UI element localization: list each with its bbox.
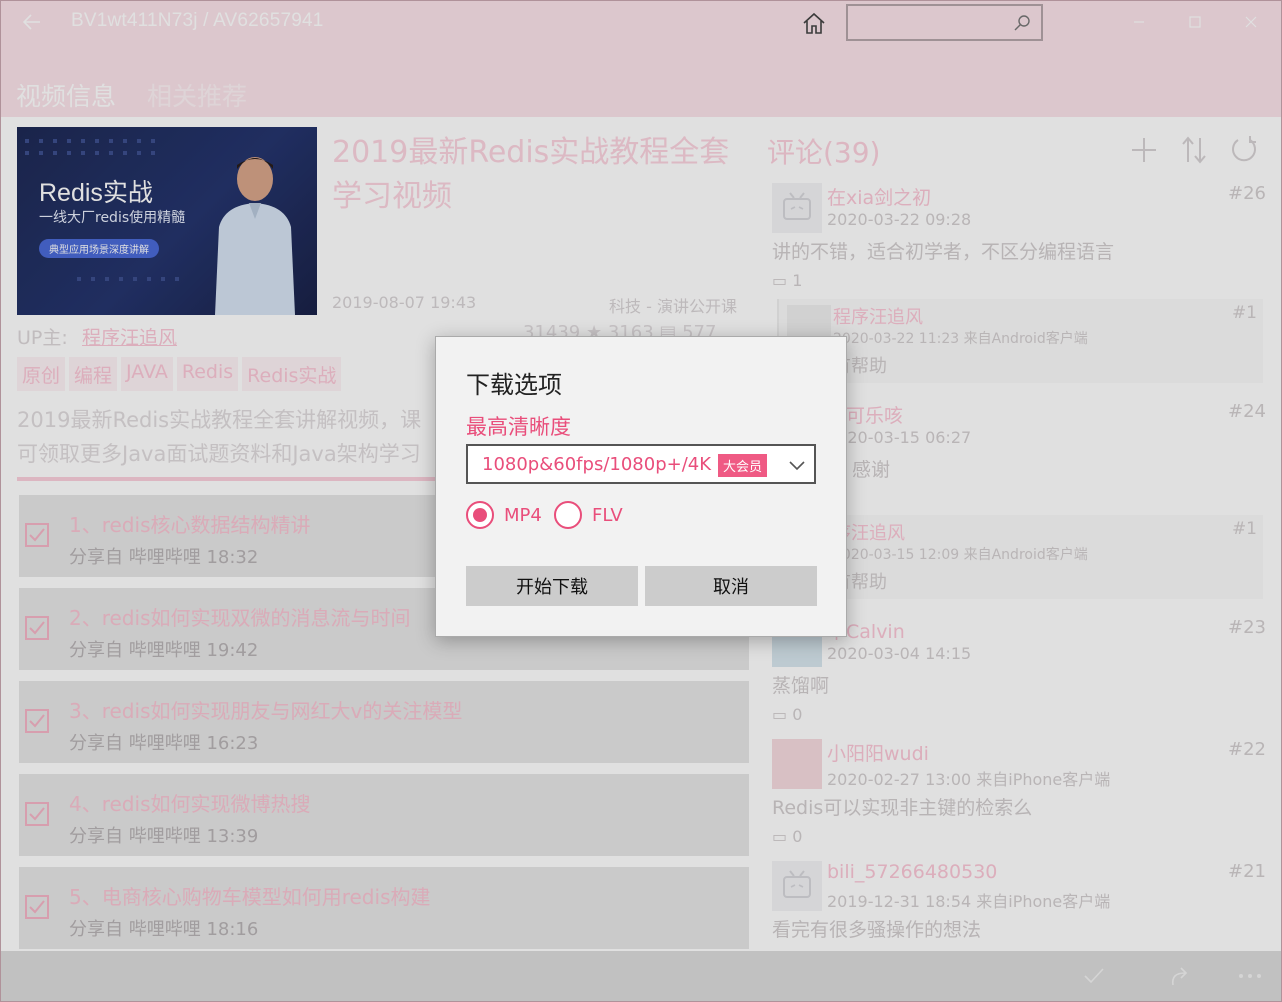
start-download-button[interactable]: 开始下载 [466, 566, 638, 606]
format-mp4-radio[interactable]: MP4 [466, 499, 542, 531]
radio-dot [473, 508, 487, 522]
chevron-down-icon [789, 461, 805, 471]
vip-badge: 大会员 [718, 454, 768, 477]
quality-label: 最高清晰度 [466, 415, 571, 439]
quality-select[interactable]: 1080p&60fps/1080p+/4K 大会员 [466, 444, 816, 484]
radio-label: FLV [592, 504, 623, 526]
download-dialog: 下载选项 最高清晰度 1080p&60fps/1080p+/4K 大会员 MP4… [435, 336, 847, 637]
cancel-button[interactable]: 取消 [645, 566, 817, 606]
radio-circle [466, 501, 494, 529]
radio-circle [554, 501, 582, 529]
radio-label: MP4 [504, 504, 542, 526]
format-flv-radio[interactable]: FLV [554, 499, 623, 531]
quality-value: 1080p&60fps/1080p+/4K [482, 454, 712, 475]
dialog-title: 下载选项 [466, 371, 562, 399]
